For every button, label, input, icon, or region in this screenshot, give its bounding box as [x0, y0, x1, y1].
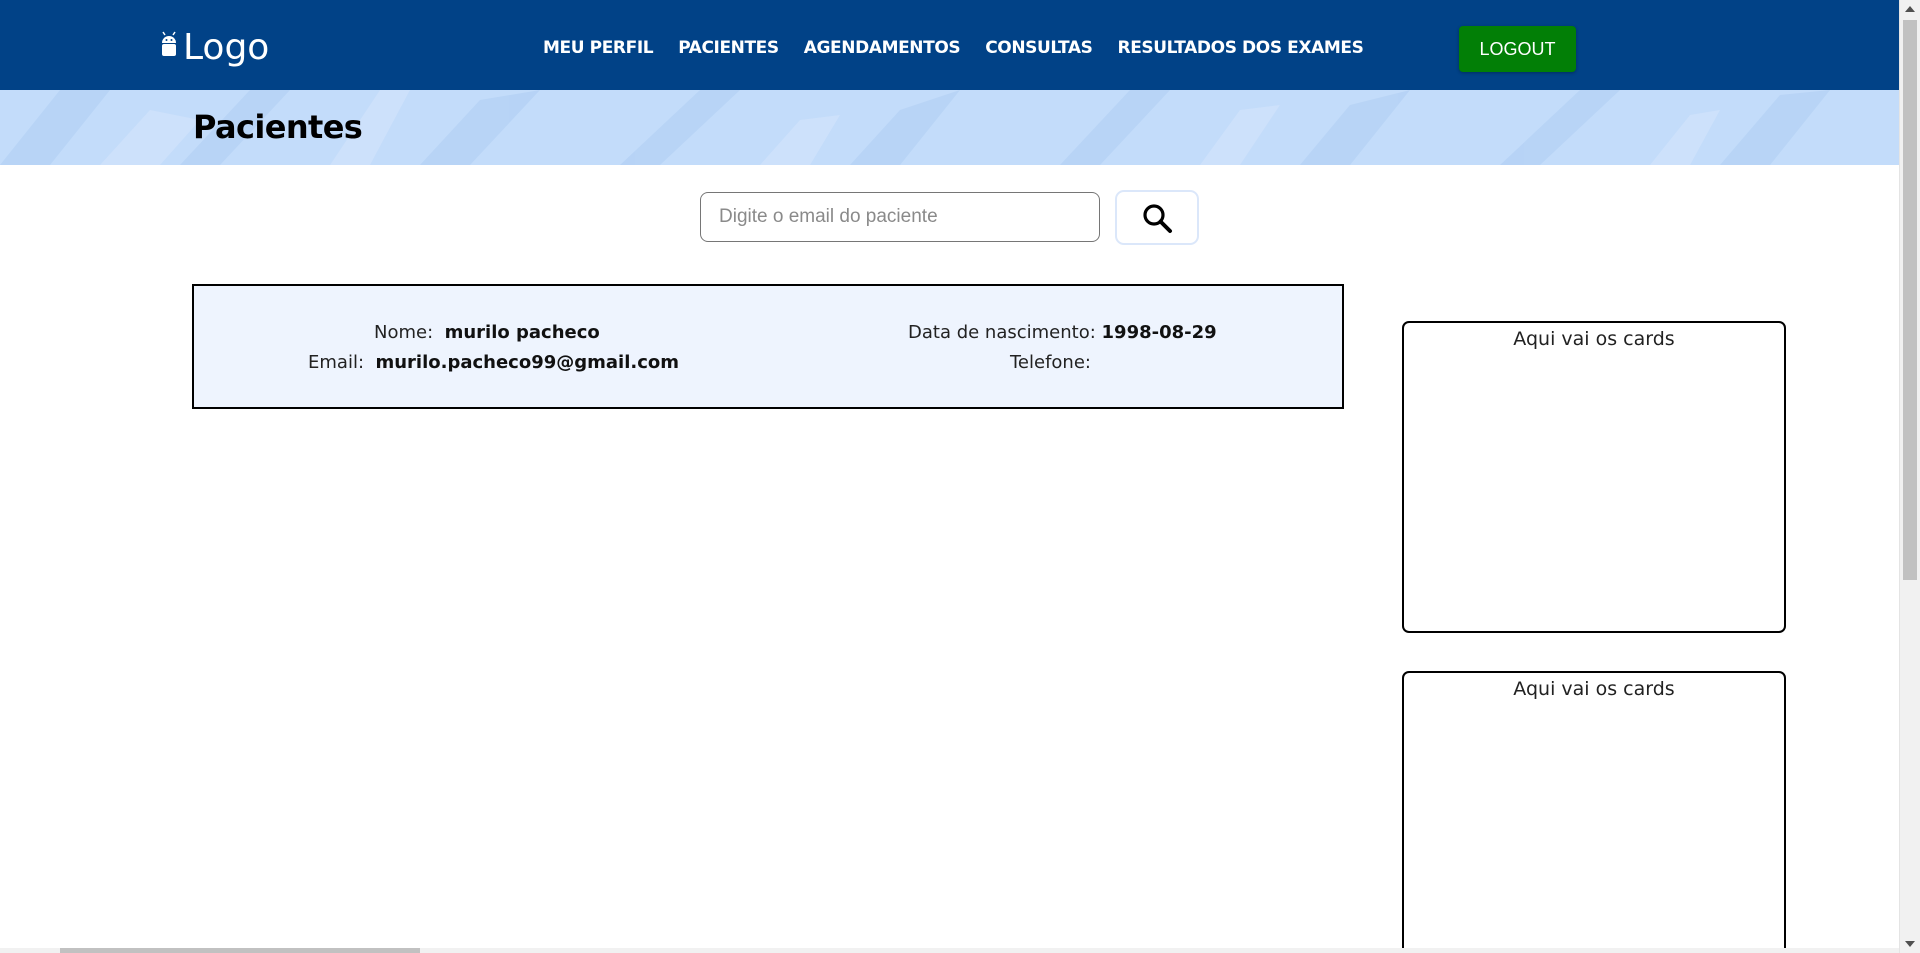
android-icon: [162, 31, 176, 56]
vertical-scrollbar[interactable]: [1899, 0, 1920, 953]
page-title: Pacientes: [193, 108, 363, 146]
patient-name-label: Nome:: [374, 322, 434, 343]
patient-email-label: Email:: [308, 352, 365, 373]
search-button[interactable]: [1115, 190, 1199, 245]
nav-link-resultados-dos-exames[interactable]: RESULTADOS DOS EXAMES: [1118, 38, 1364, 58]
horizontal-scrollbar-thumb[interactable]: [60, 948, 420, 953]
side-card-text: Aqui vai os cards: [1513, 678, 1675, 700]
side-card-1: Aqui vai os cards: [1402, 321, 1786, 633]
patient-email-value: murilo.pacheco99@gmail.com: [375, 352, 680, 373]
patient-phone-field: Telefone:: [1010, 352, 1091, 373]
patient-name-value: murilo pacheco: [444, 322, 600, 343]
logo-text: Logo: [183, 27, 270, 68]
nav-link-consultas[interactable]: CONSULTAS: [985, 38, 1093, 58]
side-card-text: Aqui vai os cards: [1513, 328, 1675, 350]
patient-info-card: Nome: murilo pacheco Email: murilo.pache…: [192, 284, 1344, 409]
patient-birth-label: Data de nascimento:: [908, 322, 1096, 343]
patient-birth-value: 1998-08-29: [1101, 322, 1217, 343]
patient-email-field: Email: murilo.pacheco99@gmail.com: [308, 352, 679, 373]
scroll-up-arrow-icon[interactable]: [1905, 6, 1915, 12]
nav-link-pacientes[interactable]: PACIENTES: [678, 38, 779, 58]
page-banner: Pacientes: [0, 90, 1899, 165]
patient-name-field: Nome: murilo pacheco: [374, 322, 600, 343]
patient-email-search-input[interactable]: [700, 192, 1100, 242]
main-nav: MEU PERFIL PACIENTES AGENDAMENTOS CONSUL…: [543, 38, 1364, 58]
search-icon: [1143, 203, 1172, 233]
nav-link-meu-perfil[interactable]: MEU PERFIL: [543, 38, 654, 58]
nav-link-agendamentos[interactable]: AGENDAMENTOS: [804, 38, 961, 58]
scroll-down-arrow-icon[interactable]: [1905, 941, 1915, 947]
horizontal-scrollbar[interactable]: [0, 948, 1899, 953]
scrollbar-thumb[interactable]: [1903, 20, 1917, 580]
side-card-2: Aqui vai os cards: [1402, 671, 1786, 953]
patient-phone-label: Telefone:: [1010, 352, 1091, 373]
logout-button[interactable]: LOGOUT: [1459, 26, 1576, 72]
patient-birth-field: Data de nascimento: 1998-08-29: [908, 322, 1217, 343]
logo[interactable]: Logo: [159, 28, 269, 68]
navbar: Logo MEU PERFIL PACIENTES AGENDAMENTOS C…: [0, 0, 1899, 90]
